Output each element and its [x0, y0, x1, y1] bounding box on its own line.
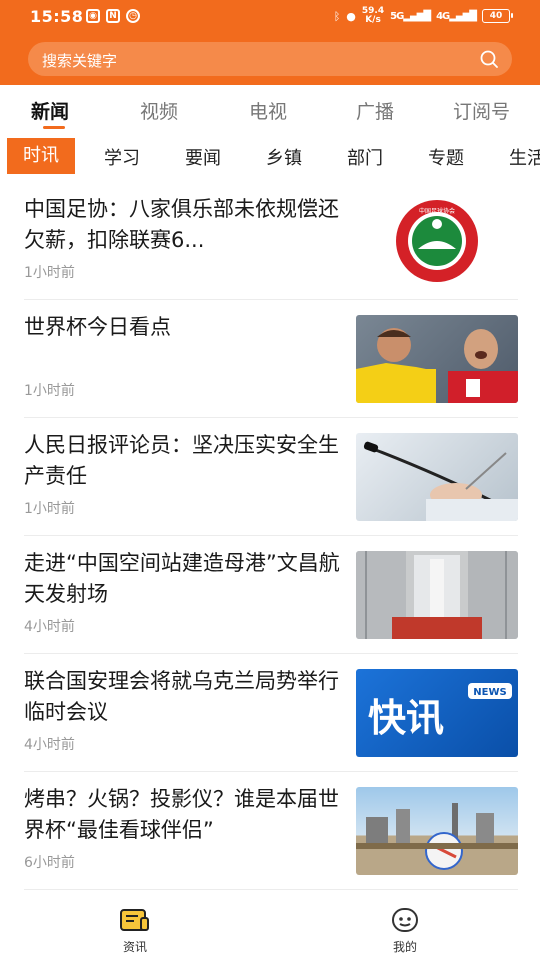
news-title[interactable]: 烤串？火锅？投影仪？谁是本届世界杯“最佳看球伴侣” [24, 784, 342, 846]
n-notification-icon: N [106, 9, 120, 23]
nav-news-label[interactable]: 资讯 [105, 938, 165, 955]
app-header: 15:58 ◉ N ◷ ᛒ ● 59.4 K/s 5G▂▄▆█ 4G▂▄▆█ 4… [0, 0, 540, 85]
nav-profile[interactable]: 我的 [375, 908, 435, 955]
subtab-life[interactable]: 生活 [509, 144, 540, 170]
kuaixun-banner-image[interactable]: 快讯 NEWS [356, 669, 518, 757]
subtab-towns[interactable]: 乡镇 [266, 144, 302, 170]
news-icon[interactable] [120, 908, 150, 934]
news-title[interactable]: 中国足协：八家俱乐部未依规偿还欠薪，扣除联赛6... [24, 194, 342, 256]
net-speed: 59.4 K/s [361, 6, 385, 25]
search-bar[interactable]: 搜索关键字 [28, 42, 512, 76]
news-time: 1小时前 [24, 265, 75, 281]
news-time: 4小时前 [24, 619, 75, 635]
news-title[interactable]: 走进“中国空间站建造母港”文昌航天发射场 [24, 548, 342, 610]
tab-news[interactable]: 新闻 [31, 97, 69, 124]
bottom-nav: 资讯 我的 [0, 900, 540, 960]
news-title[interactable]: 人民日报评论员：坚决压实安全生产责任 [24, 430, 342, 492]
location-icon: ● [346, 9, 356, 23]
nav-news[interactable]: 资讯 [105, 908, 165, 955]
news-time: 6小时前 [24, 855, 75, 871]
news-time: 1小时前 [24, 383, 75, 399]
cfa-ring-text: 中国足球协会 [419, 207, 455, 215]
status-right: ᛒ ● 59.4 K/s 5G▂▄▆█ 4G▂▄▆█ 40 [333, 6, 513, 25]
app-notification-icon: ◉ [86, 9, 100, 23]
news-item[interactable]: 烤串？火锅？投影仪？谁是本届世界杯“最佳看球伴侣” 6小时前 [24, 772, 518, 890]
sub-tabs: 时讯 学习 要闻 乡镇 部门 专题 生活 [0, 138, 540, 174]
tab-subscriptions[interactable]: 订阅号 [453, 97, 510, 124]
news-list: 中国足协：八家俱乐部未依规偿还欠薪，扣除联赛6... 1小时前 中国足球协会 C… [24, 182, 518, 890]
football-players-image[interactable] [356, 315, 518, 403]
notification-icons: ◉ N ◷ [86, 9, 140, 23]
stadium-ball-image[interactable] [356, 787, 518, 875]
news-item[interactable]: 联合国安理会将就乌克兰局势举行临时会议 4小时前 快讯 NEWS [24, 654, 518, 772]
news-item[interactable]: 走进“中国空间站建造母港”文昌航天发射场 4小时前 [24, 536, 518, 654]
subtab-study[interactable]: 学习 [104, 144, 140, 170]
bluetooth-icon: ᛒ [333, 9, 341, 23]
signal-icon-1: 5G▂▄▆█ [390, 10, 431, 22]
cfa-logo-image[interactable]: 中国足球协会 CFA [356, 197, 518, 285]
subtab-shixun[interactable]: 时讯 [7, 138, 75, 174]
tab-tv[interactable]: 电视 [249, 97, 287, 124]
tab-radio[interactable]: 广播 [356, 97, 394, 124]
news-badge-text: NEWS [473, 687, 506, 698]
subtab-topics[interactable]: 专题 [428, 144, 464, 170]
nav-profile-label[interactable]: 我的 [375, 938, 435, 955]
news-title[interactable]: 联合国安理会将就乌克兰局势举行临时会议 [24, 666, 342, 728]
status-bar: 15:58 ◉ N ◷ ᛒ ● 59.4 K/s 5G▂▄▆█ 4G▂▄▆█ 4… [0, 0, 540, 34]
main-tabs: 新闻 视频 电视 广播 订阅号 [0, 85, 540, 133]
kuaixun-text: 快讯 [368, 696, 444, 740]
signal-icon-2: 4G▂▄▆█ [436, 10, 477, 22]
profile-icon[interactable] [390, 908, 420, 934]
news-title[interactable]: 世界杯今日看点 [24, 312, 342, 343]
active-tab-indicator [43, 126, 65, 129]
cfa-text: CFA [427, 249, 448, 260]
search-input[interactable]: 搜索关键字 [42, 50, 117, 71]
news-time: 1小时前 [24, 501, 75, 517]
microphone-image[interactable] [356, 433, 518, 521]
status-time: 15:58 [30, 7, 84, 26]
news-time: 4小时前 [24, 737, 75, 753]
battery-icon: 40 [482, 9, 513, 23]
news-item[interactable]: 人民日报评论员：坚决压实安全生产责任 1小时前 [24, 418, 518, 536]
launch-tower-image[interactable] [356, 551, 518, 639]
subtab-departments[interactable]: 部门 [347, 144, 383, 170]
alarm-icon: ◷ [126, 9, 140, 23]
news-item[interactable]: 世界杯今日看点 1小时前 [24, 300, 518, 418]
news-item[interactable]: 中国足协：八家俱乐部未依规偿还欠薪，扣除联赛6... 1小时前 中国足球协会 C… [24, 182, 518, 300]
search-icon[interactable] [480, 50, 498, 68]
tab-video[interactable]: 视频 [140, 97, 178, 124]
subtab-headlines[interactable]: 要闻 [185, 144, 221, 170]
